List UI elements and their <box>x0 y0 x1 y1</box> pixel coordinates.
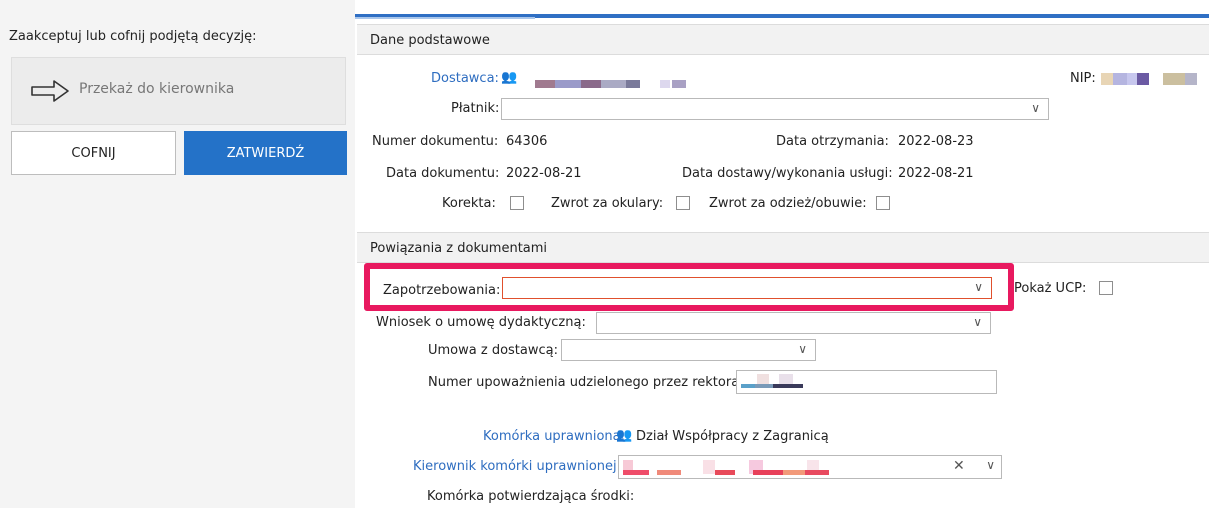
numer-upowaznienia-label: Numer upoważnienia udzielonego przez rek… <box>428 375 744 390</box>
pokaz-ucp-label: Pokaż UCP: <box>1014 281 1087 296</box>
komorka-potwierdzajaca-label: Komórka potwierdzająca środki: <box>427 489 635 504</box>
decision-title: Zaakceptuj lub cofnij podjętą decyzję: <box>9 29 257 44</box>
wniosek-label: Wniosek o umowę dydaktyczną: <box>376 315 586 330</box>
section-basic-data: Dane podstawowe <box>357 24 1209 55</box>
chevron-down-icon[interactable]: ∨ <box>974 280 983 294</box>
umowa-label: Umowa z dostawcą: <box>428 343 558 358</box>
active-tab-indicator <box>355 17 535 19</box>
nip-label: NIP: <box>1070 71 1096 86</box>
data-dostawy-value: 2022-08-21 <box>898 166 974 181</box>
numer-upowaznienia-input[interactable] <box>736 370 997 394</box>
korekta-label: Korekta: <box>442 196 496 211</box>
cofnij-button[interactable]: COFNIJ <box>11 131 176 175</box>
chevron-down-icon[interactable]: ∨ <box>1031 101 1040 115</box>
pokaz-ucp-checkbox[interactable] <box>1099 281 1113 295</box>
section-links-title: Powiązania z dokumentami <box>370 241 548 256</box>
section-document-links: Powiązania z dokumentami <box>357 232 1209 263</box>
right-arrow-icon <box>31 80 69 102</box>
data-dokumentu-label: Data dokumentu: <box>386 166 500 181</box>
numer-dokumentu-value: 64306 <box>506 134 548 149</box>
data-dostawy-label: Data dostawy/wykonania usługi: <box>682 166 893 181</box>
chevron-down-icon[interactable]: ∨ <box>973 315 982 329</box>
umowa-select[interactable]: ∨ <box>561 339 816 361</box>
komorka-uprawniona-value: Dział Współpracy z Zagranicą <box>636 429 829 444</box>
wniosek-select[interactable]: ∨ <box>596 312 991 334</box>
decision-panel: Zaakceptuj lub cofnij podjętą decyzję: P… <box>0 0 355 508</box>
dostawca-label[interactable]: Dostawca: <box>431 71 499 86</box>
zapotrzebowania-label: Zapotrzebowania: <box>383 283 501 298</box>
kierownik-label[interactable]: Kierownik komórki uprawnionej: <box>413 459 621 474</box>
section-basic-title: Dane podstawowe <box>370 33 490 48</box>
zatwierdz-button[interactable]: ZATWIERDŹ <box>184 131 347 175</box>
platnik-label: Płatnik: <box>451 101 500 116</box>
zwrot-okulary-label: Zwrot za okulary: <box>551 196 664 211</box>
forward-to-manager-option[interactable]: Przekaż do kierownika <box>11 57 346 125</box>
zwrot-okulary-checkbox[interactable] <box>676 196 690 210</box>
people-icon: 👥 <box>501 70 518 85</box>
korekta-checkbox[interactable] <box>510 196 524 210</box>
chevron-down-icon[interactable]: ∨ <box>986 458 995 472</box>
chevron-down-icon[interactable]: ∨ <box>798 342 807 356</box>
zwrot-odziez-checkbox[interactable] <box>876 196 890 210</box>
data-otrzymania-value: 2022-08-23 <box>898 134 974 149</box>
forward-to-manager-label: Przekaż do kierownika <box>79 81 235 97</box>
data-dokumentu-value: 2022-08-21 <box>506 166 582 181</box>
zwrot-odziez-label: Zwrot za odzież/obuwie: <box>709 196 867 211</box>
platnik-select[interactable]: ∨ <box>501 98 1049 120</box>
komorka-uprawniona-label[interactable]: Komórka uprawniona: <box>483 429 625 444</box>
people-icon: 👥 <box>616 428 633 443</box>
numer-dokumentu-label: Numer dokumentu: <box>372 134 499 149</box>
zapotrzebowania-select[interactable]: ∨ <box>502 277 992 299</box>
data-otrzymania-label: Data otrzymania: <box>776 134 889 149</box>
clear-x-icon[interactable]: ✕ <box>953 458 965 474</box>
kierownik-select[interactable]: ✕ ∨ <box>618 455 1002 479</box>
